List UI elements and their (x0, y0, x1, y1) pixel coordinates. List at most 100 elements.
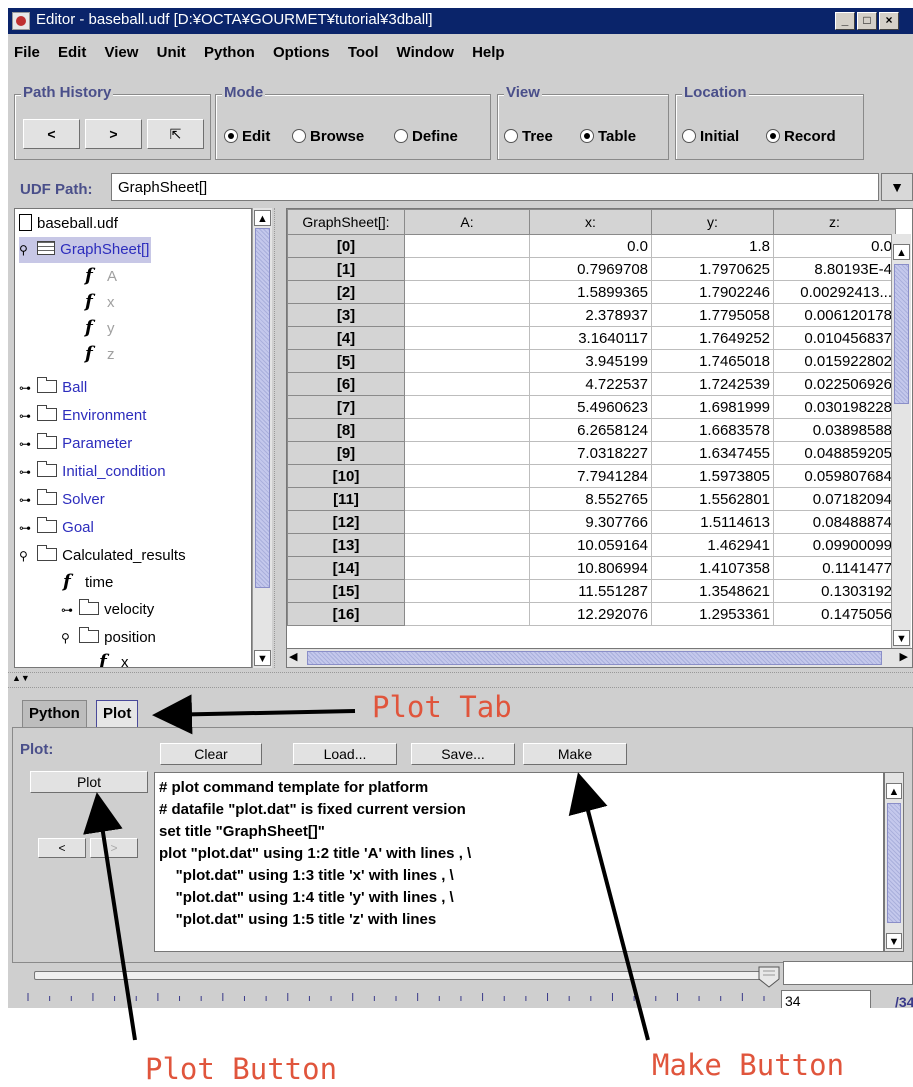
table-row[interactable]: [16] 12.292076 1.2953361 0.1475056 (287, 602, 896, 626)
menu-view[interactable]: View (105, 44, 139, 61)
tree-item-velocity[interactable]: ⊶ velocity (61, 597, 154, 623)
table-cell[interactable]: 5.4960623 (529, 395, 652, 419)
table-cell[interactable] (404, 510, 530, 534)
mode-browse-radio[interactable]: Browse (292, 128, 364, 145)
table-cell[interactable] (404, 556, 530, 580)
maximize-button[interactable]: □ (857, 12, 877, 30)
save-button[interactable]: Save... (411, 743, 515, 765)
row-index-cell[interactable]: [10] (287, 464, 405, 488)
slider-thumb-icon[interactable] (758, 966, 780, 988)
tree-item-graphsheet[interactable]: ⚲ GraphSheet[] (19, 237, 152, 263)
table-cell[interactable]: 2.378937 (529, 303, 652, 327)
table-cell[interactable]: 6.2658124 (529, 418, 652, 442)
table-cell[interactable] (404, 602, 530, 626)
tree-item-position[interactable]: ⚲ position (61, 625, 156, 651)
table-cell[interactable]: 0.08488874 (773, 510, 896, 534)
clear-button[interactable]: Clear (160, 743, 262, 765)
table-cell[interactable]: 1.5899365 (529, 280, 652, 304)
chevron-down-icon[interactable]: ▼ (881, 173, 913, 201)
scroll-down-icon[interactable]: ▼ (886, 933, 902, 949)
menu-file[interactable]: File (14, 44, 40, 61)
prev-plot-button[interactable]: < (38, 838, 86, 858)
tab-plot[interactable]: Plot (96, 700, 139, 728)
table-cell[interactable] (404, 533, 530, 557)
table-cell[interactable]: 0.03898588 (773, 418, 896, 442)
table-cell[interactable]: 0.006120178 (773, 303, 896, 327)
location-record-radio[interactable]: Record (766, 128, 836, 145)
table-cell[interactable]: 3.945199 (529, 349, 652, 373)
table-row[interactable]: [13] 10.059164 1.462941 0.09900099 (287, 533, 896, 557)
table-scrollbar[interactable]: ▲ ▼ (891, 234, 911, 648)
menu-edit[interactable]: Edit (58, 44, 86, 61)
column-header[interactable]: GraphSheet[]: (287, 209, 405, 235)
column-header[interactable]: z: (773, 209, 896, 235)
data-table[interactable]: GraphSheet[]: A: x: y: z: [0] 0.0 1.8 0.0 [1… (286, 208, 913, 668)
table-cell[interactable] (404, 257, 530, 281)
table-cell[interactable] (404, 579, 530, 603)
table-cell[interactable]: 1.2953361 (651, 602, 774, 626)
menu-unit[interactable]: Unit (157, 44, 186, 61)
row-index-cell[interactable]: [3] (287, 303, 405, 327)
table-cell[interactable]: 0.1141477 (773, 556, 896, 580)
table-cell[interactable] (404, 372, 530, 396)
table-cell[interactable]: 1.6981999 (651, 395, 774, 419)
table-cell[interactable] (404, 418, 530, 442)
table-cell[interactable]: 0.7969708 (529, 257, 652, 281)
table-cell[interactable]: 12.292076 (529, 602, 652, 626)
table-row[interactable]: [14] 10.806994 1.4107358 0.1141477 (287, 556, 896, 580)
minimize-button[interactable]: _ (835, 12, 855, 30)
row-index-cell[interactable]: [0] (287, 234, 405, 258)
table-cell[interactable]: 7.0318227 (529, 441, 652, 465)
tree-item-solver[interactable]: ⊶ Solver (19, 487, 105, 513)
tree-scroll-thumb[interactable] (255, 228, 270, 588)
table-cell[interactable]: 1.7242539 (651, 372, 774, 396)
record-slider-track[interactable] (34, 971, 778, 980)
table-cell[interactable]: 1.8 (651, 234, 774, 258)
tree-item-z[interactable]: fz (85, 341, 115, 367)
table-cell[interactable] (404, 234, 530, 258)
table-cell[interactable]: 0.059807684 (773, 464, 896, 488)
table-cell[interactable] (404, 349, 530, 373)
tree-item-time[interactable]: f time (63, 569, 113, 595)
editor-scroll-thumb[interactable] (887, 803, 901, 923)
menu-window[interactable]: Window (397, 44, 454, 61)
table-cell[interactable]: 1.7970625 (651, 257, 774, 281)
scroll-down-icon[interactable]: ▼ (254, 650, 271, 666)
plot-button[interactable]: Plot (30, 771, 148, 793)
table-cell[interactable]: 10.059164 (529, 533, 652, 557)
history-jump-button[interactable]: ⇱ (147, 119, 204, 149)
table-cell[interactable]: 11.551287 (529, 579, 652, 603)
table-cell[interactable]: 4.722537 (529, 372, 652, 396)
row-index-cell[interactable]: [7] (287, 395, 405, 419)
table-cell[interactable]: 0.07182094 (773, 487, 896, 511)
table-cell[interactable]: 0.0 (529, 234, 652, 258)
scroll-up-icon[interactable]: ▲ (886, 783, 902, 799)
scroll-up-icon[interactable]: ▲ (893, 244, 910, 260)
tree-item-ball[interactable]: ⊶ Ball (19, 375, 87, 401)
table-row[interactable]: [8] 6.2658124 1.6683578 0.03898588 (287, 418, 896, 442)
table-row[interactable]: [0] 0.0 1.8 0.0 (287, 234, 896, 258)
table-cell[interactable]: 8.552765 (529, 487, 652, 511)
row-index-cell[interactable]: [14] (287, 556, 405, 580)
table-cell[interactable] (404, 303, 530, 327)
table-row[interactable]: [4] 3.1640117 1.7649252 0.010456837 (287, 326, 896, 350)
table-cell[interactable] (404, 487, 530, 511)
tree-scrollbar[interactable]: ▲ ▼ (252, 208, 272, 668)
tree-item-goal[interactable]: ⊶ Goal (19, 515, 94, 541)
table-cell[interactable]: 1.7649252 (651, 326, 774, 350)
table-row[interactable]: [10] 7.7941284 1.5973805 0.059807684 (287, 464, 896, 488)
table-cell[interactable] (404, 280, 530, 304)
tree-item-a[interactable]: fA (85, 263, 117, 289)
row-index-cell[interactable]: [16] (287, 602, 405, 626)
table-cell[interactable]: 0.09900099 (773, 533, 896, 557)
table-row[interactable]: [5] 3.945199 1.7465018 0.015922802 (287, 349, 896, 373)
table-cell[interactable]: 0.00292413... (773, 280, 896, 304)
tree-item-initial-condition[interactable]: ⊶ Initial_condition (19, 459, 166, 485)
table-hscroll-thumb[interactable] (307, 651, 882, 665)
table-cell[interactable]: 0.010456837 (773, 326, 896, 350)
table-cell[interactable]: 1.5562801 (651, 487, 774, 511)
table-row[interactable]: [1] 0.7969708 1.7970625 8.80193E-4 (287, 257, 896, 281)
history-forward-button[interactable]: > (85, 119, 142, 149)
mode-edit-radio[interactable]: Edit (224, 128, 270, 145)
table-cell[interactable]: 0.022506926 (773, 372, 896, 396)
